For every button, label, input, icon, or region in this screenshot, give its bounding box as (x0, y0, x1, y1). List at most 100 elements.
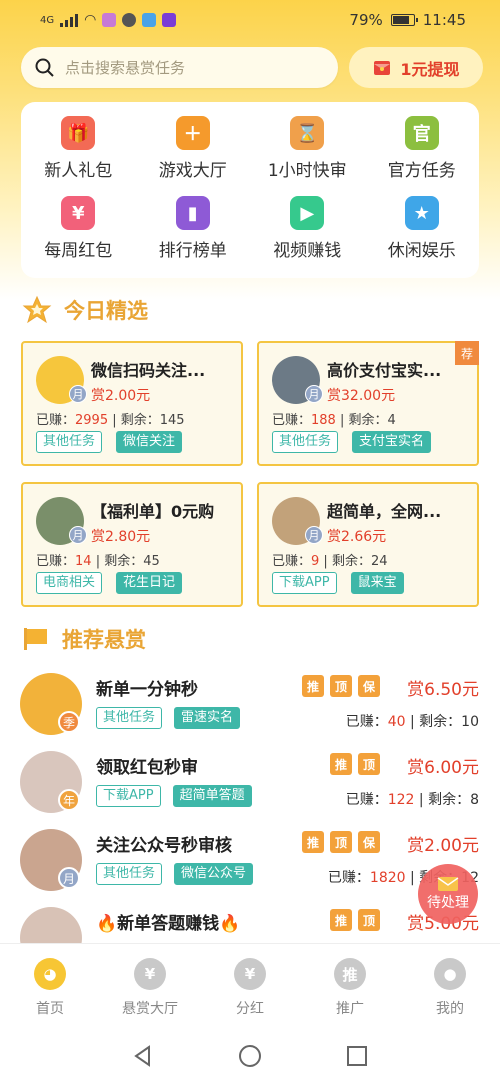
network-label: 4G (40, 14, 55, 26)
task-category-tag: 其他任务 (272, 431, 339, 453)
back-icon[interactable] (131, 1044, 155, 1068)
home-icon[interactable] (238, 1044, 262, 1068)
category-item[interactable]: 官官方任务 (365, 116, 480, 196)
member-badge: 年 (58, 789, 80, 811)
task-reward: 赏6.50元 (407, 680, 479, 700)
nav-item[interactable]: ● 我的 (400, 944, 500, 1029)
task-platform-tag: 微信公众号 (174, 863, 254, 885)
earned-label: 已赚： (327, 870, 370, 886)
task-stats: 已赚：9 | 剩余：24 (272, 550, 388, 569)
category-item[interactable]: ⌛ 1小时快审 (250, 116, 365, 196)
podium-icon: ▮ (175, 196, 210, 230)
task-flag-badge: 顶 (330, 675, 352, 697)
category-card: 🎁 新人礼包＋游戏大厅 ⌛ 1小时快审官官方任务 ¥ 每周红包 ▮ 排行榜单 ▶ 视频赚钱 ★ 休闲娱… (21, 102, 479, 278)
category-label: 1小时快审 (267, 161, 347, 181)
recommend-section-header: 推荐悬赏 (22, 624, 146, 654)
task-reward: 赏2.00元 (91, 388, 151, 404)
task-flag-badge: 推 (330, 909, 352, 931)
task-title: 关注公众号秒审核 (96, 836, 232, 856)
remain-label: | 剩余： (335, 413, 388, 428)
promote-icon: 推 (334, 958, 366, 990)
task-platform-tag: 微信关注 (116, 431, 183, 453)
task-flag-badge: 推 (330, 753, 352, 775)
remain-label: | 剩余： (319, 554, 371, 569)
remain-label: | 剩余： (405, 714, 462, 730)
remain-count: 8 (470, 792, 479, 808)
category-label: 新人礼包 (44, 161, 113, 181)
member-badge: 月 (305, 385, 323, 403)
task-title: 微信扫码关注... (91, 361, 206, 380)
status-bar: 4G ◠ 79% 11:45 (0, 0, 500, 40)
task-stats: 已赚：2995 | 剩余：145 (36, 409, 185, 428)
earned-count: 1820 (369, 870, 406, 886)
nav-label: 我的 (436, 1001, 464, 1017)
search-input[interactable]: 点击搜索悬赏任务 (21, 47, 338, 88)
featured-task-card[interactable]: 月超简单，全网... 赏2.66元 已赚：9 | 剩余：24 下载APP 鼠来宝 (257, 482, 479, 607)
home-dog-icon: ◕ (34, 958, 66, 990)
task-title: 【福利单】0元购 (91, 502, 215, 521)
recommended-task-row[interactable]: 季新单一分钟秒 推顶保 赏6.50元 其他任务 雷速实名 已赚：40 | 剩余：10 (0, 673, 500, 751)
nav-item[interactable]: ¥ 分红 (200, 944, 300, 1029)
recommend-section-title: 推荐悬赏 (62, 628, 146, 652)
featured-task-card[interactable]: 月微信扫码关注... 赏2.00元 已赚：2995 | 剩余：145 其他任务 微信关注 (21, 341, 243, 466)
bottom-nav: ◕ 首页 ¥ 悬赏大厅 ¥ 分红 推推广 ● 我的 (0, 943, 500, 1029)
category-item[interactable]: 🎁 新人礼包 (21, 116, 136, 196)
task-platform-tag: 花生日记 (116, 572, 183, 594)
task-category-tag: 下载APP (272, 572, 337, 594)
earned-label: 已赚： (272, 413, 312, 428)
red-envelope-icon: ¥ (61, 196, 96, 230)
dividend-icon: ¥ (234, 958, 266, 990)
task-stats: 已赚：122 | 剩余：8 (346, 789, 479, 809)
category-item[interactable]: ¥ 每周红包 (21, 196, 136, 276)
nav-label: 分红 (236, 1001, 264, 1017)
recents-icon[interactable] (345, 1044, 369, 1068)
earned-count: 40 (387, 714, 406, 730)
task-reward: 赏2.80元 (91, 529, 151, 545)
nav-item[interactable]: ¥ 悬赏大厅 (100, 944, 200, 1029)
category-item[interactable]: ▶ 视频赚钱 (250, 196, 365, 276)
featured-task-card[interactable]: 月高价支付宝实... 赏32.00元 已赚：188 | 剩余：4 其他任务 支付宝实名 荐 (257, 341, 479, 466)
search-placeholder: 点击搜索悬赏任务 (65, 59, 186, 77)
earned-count: 2995 (75, 413, 109, 428)
earned-count: 188 (311, 413, 336, 428)
task-flag-badge: 顶 (330, 831, 352, 853)
remain-count: 24 (370, 554, 388, 569)
task-stats: 已赚：14 | 剩余：45 (36, 550, 160, 569)
nav-item[interactable]: 推推广 (300, 944, 400, 1029)
pending-button[interactable]: 待处理 (418, 864, 478, 924)
task-reward: 赏2.00元 (407, 836, 479, 856)
today-section-title: 今日精选 (64, 299, 148, 323)
nav-item[interactable]: ◕ 首页 (0, 944, 100, 1029)
task-stats: 已赚：188 | 剩余：4 (272, 409, 396, 428)
video-app-icon (162, 13, 177, 27)
clock: 11:45 (422, 11, 466, 29)
wifi-icon: ◠ (84, 12, 97, 28)
star-badge-icon (22, 295, 52, 324)
qq-icon (142, 13, 157, 27)
member-badge: 月 (58, 867, 80, 889)
pending-label: 待处理 (427, 895, 469, 911)
nav-label: 悬赏大厅 (122, 1001, 178, 1017)
gamepad-icon: ＋ (175, 116, 210, 150)
star-icon: ★ (404, 196, 439, 230)
recommend-ribbon: 荐 (455, 341, 479, 365)
task-category-tag: 电商相关 (36, 572, 103, 594)
red-envelope-icon (374, 60, 391, 75)
signal-icon (60, 13, 79, 27)
featured-task-card[interactable]: 月【福利单】0元购 赏2.80元 已赚：14 | 剩余：45 电商相关 花生日记 (21, 482, 243, 607)
category-item[interactable]: ★ 休闲娱乐 (365, 196, 480, 276)
withdraw-button[interactable]: 1元提现 (349, 47, 483, 88)
withdraw-label: 1元提现 (400, 59, 460, 79)
task-reward: 赏2.66元 (327, 529, 387, 545)
earned-label: 已赚： (36, 413, 76, 428)
category-label: 每周红包 (44, 241, 113, 261)
category-item[interactable]: ▮ 排行榜单 (136, 196, 251, 276)
recommended-task-row[interactable]: 年领取红包秒审 推顶 赏6.00元 下载APP 超简单答题 已赚：122 | 剩余：8 (0, 751, 500, 829)
battery-icon (390, 14, 418, 26)
task-platform-tag: 雷速实名 (174, 707, 241, 729)
remain-label: | 剩余： (91, 554, 144, 569)
task-category-tag: 下载APP (96, 785, 161, 807)
earned-label: 已赚： (36, 554, 76, 569)
category-item[interactable]: ＋ 游戏大厅 (136, 116, 251, 196)
category-label: 排行榜单 (158, 241, 227, 261)
